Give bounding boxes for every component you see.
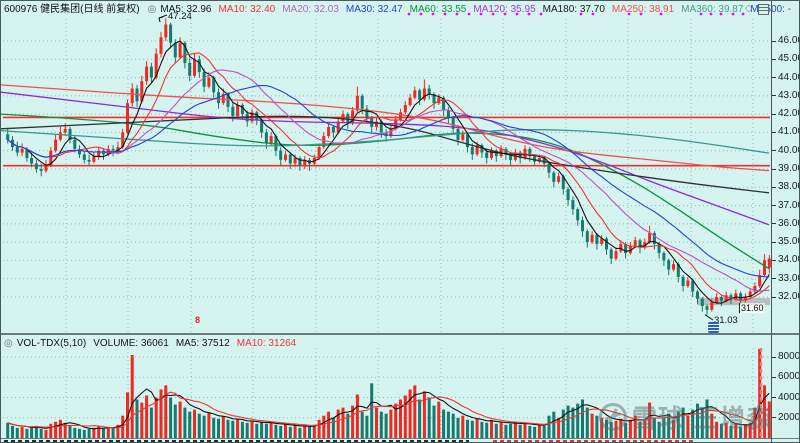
axis-tick-label: 44.00 — [778, 71, 799, 83]
gear-icon[interactable]: ◎ — [4, 338, 13, 349]
annotation-leaders — [158, 14, 714, 321]
tick-mark — [772, 223, 776, 225]
stock-app-window: 600976 健民集团(日线 前复权) ◎ MA5: 32.96 MA10: 32.4… — [0, 0, 800, 443]
tick-mark — [772, 376, 776, 378]
axis-tick-label: 39.00 — [778, 163, 799, 174]
tick-mark — [772, 58, 776, 60]
axis-tick-label: 32.00 — [778, 291, 799, 302]
tick-mark — [772, 113, 776, 115]
tick-mark — [772, 356, 776, 358]
legend-item: MA10: 31264 — [236, 338, 297, 349]
legend-item: VOL-TDX(5,10) — [16, 338, 87, 349]
tick-mark — [772, 278, 776, 280]
tick-mark — [772, 168, 776, 170]
volume-legend: VOL-TDX(5,10) VOLUME: 36061 MA5: 37512 MA10… — [17, 338, 304, 349]
tick-mark — [772, 40, 776, 42]
axis-tick-label: 45.00 — [778, 53, 799, 65]
axis-tick-label: 80000 — [778, 351, 800, 362]
axis-tick-label: 60000 — [778, 371, 800, 383]
tick-mark — [772, 205, 776, 207]
tick-mark — [772, 296, 776, 298]
axis-tick-label: 33.00 — [778, 272, 799, 284]
legend-item: VOLUME: 36061 — [93, 338, 169, 349]
short-ma-layer — [7, 40, 770, 304]
axis-tick-label: 41.00 — [778, 126, 799, 138]
grid-layer — [3, 19, 770, 437]
axis-tick-label: 38.00 — [778, 181, 799, 193]
tick-mark — [772, 259, 776, 261]
tick-mark — [772, 77, 776, 79]
tick-mark — [772, 131, 776, 133]
watermark-site: 雪球 — [632, 405, 685, 433]
event-dots-layer — [407, 12, 745, 16]
axis-tick-label: 35.00 — [778, 236, 799, 248]
axis-tick-label: 37.00 — [778, 199, 799, 211]
axis-tick-label: 46.00 — [778, 35, 799, 46]
marked-price-label: 31.60 — [739, 303, 765, 313]
watermark: 雪球 王增森 — [599, 399, 772, 435]
axis-tick-label: 20000 — [778, 411, 800, 423]
peak-price-annotation: 47.24 — [168, 11, 192, 22]
volume-header: ◎ VOL-TDX(5,10) VOLUME: 36061 MA5: 37512 MA1… — [1, 336, 771, 352]
tick-mark — [772, 150, 776, 152]
axis-tick-label: 42.00 — [778, 108, 799, 120]
buy-signal-marker: 8 — [195, 315, 201, 325]
pane-divider[interactable] — [1, 333, 799, 335]
tick-mark — [772, 186, 776, 188]
axis-tick-label: 34.00 — [778, 254, 799, 266]
axis-tick-label: 36.00 — [778, 217, 799, 229]
volume-pane-bottom-divider — [1, 438, 799, 439]
tick-mark — [772, 397, 776, 398]
event-badge-icon[interactable] — [708, 322, 719, 333]
axis-tick-label: 40000 — [778, 391, 800, 403]
chart-canvas[interactable] — [1, 1, 800, 443]
axis-tick-label: 43.00 — [778, 89, 799, 101]
axis-tick-label: 40.00 — [778, 144, 799, 156]
tick-mark — [772, 417, 776, 419]
xueqiu-logo-icon — [599, 403, 627, 431]
tick-mark — [772, 95, 776, 97]
legend-item: MA5: 37512 — [175, 338, 230, 349]
tick-mark — [772, 241, 776, 243]
watermark-author: 王增森 — [694, 405, 773, 433]
